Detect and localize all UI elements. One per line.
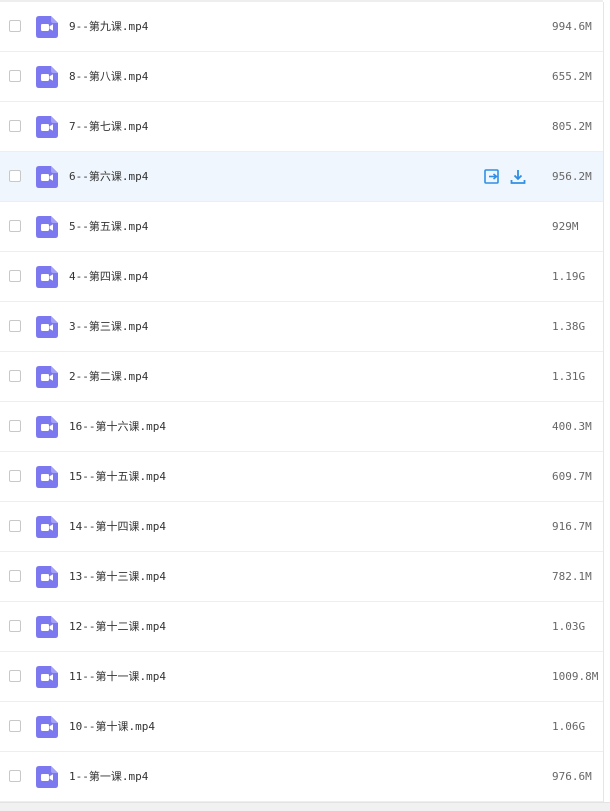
file-name[interactable]: 5--第五课.mp4 (69, 218, 148, 236)
file-size: 976.6M (552, 770, 592, 783)
file-row[interactable]: 9--第九课.mp4 994.6M (0, 2, 603, 52)
file-name[interactable]: 16--第十六课.mp4 (69, 418, 166, 436)
file-name[interactable]: 7--第七课.mp4 (69, 118, 148, 136)
video-file-icon (36, 466, 58, 488)
video-file-icon (36, 216, 58, 238)
file-name[interactable]: 8--第八课.mp4 (69, 68, 148, 86)
video-file-icon (36, 616, 58, 638)
file-row[interactable]: 14--第十四课.mp4 916.7M (0, 502, 603, 552)
row-checkbox[interactable] (9, 520, 21, 532)
file-name[interactable]: 11--第十一课.mp4 (69, 668, 166, 686)
file-name[interactable]: 3--第三课.mp4 (69, 318, 148, 336)
row-checkbox[interactable] (9, 370, 21, 382)
file-name[interactable]: 1--第一课.mp4 (69, 768, 148, 786)
file-row[interactable]: 12--第十二课.mp4 1.03G (0, 602, 603, 652)
file-row[interactable]: 8--第八课.mp4 655.2M (0, 52, 603, 102)
file-row[interactable]: 10--第十课.mp4 1.06G (0, 702, 603, 752)
share-icon[interactable] (482, 167, 502, 187)
video-file-icon (36, 666, 58, 688)
video-file-icon (36, 266, 58, 288)
file-list: 9--第九课.mp4 994.6M 8--第八课.mp4 655.2M 7--第… (0, 2, 604, 802)
file-row[interactable]: 4--第四课.mp4 1.19G (0, 252, 603, 302)
row-checkbox[interactable] (9, 420, 21, 432)
row-checkbox[interactable] (9, 620, 21, 632)
file-size: 1.31G (552, 370, 586, 383)
file-name[interactable]: 14--第十四课.mp4 (69, 518, 166, 536)
row-checkbox[interactable] (9, 170, 21, 182)
file-name[interactable]: 10--第十课.mp4 (69, 718, 155, 736)
file-size: 805.2M (552, 120, 592, 133)
row-checkbox[interactable] (9, 220, 21, 232)
row-checkbox[interactable] (9, 670, 21, 682)
file-name[interactable]: 9--第九课.mp4 (69, 18, 148, 36)
file-row[interactable]: 2--第二课.mp4 1.31G (0, 352, 603, 402)
file-name[interactable]: 2--第二课.mp4 (69, 368, 148, 386)
file-row[interactable]: 6--第六课.mp4 956.2M (0, 152, 603, 202)
video-file-icon (36, 166, 58, 188)
file-size: 1009.8M (552, 670, 599, 683)
file-size: 782.1M (552, 570, 592, 583)
file-name[interactable]: 4--第四课.mp4 (69, 268, 148, 286)
file-row[interactable]: 16--第十六课.mp4 400.3M (0, 402, 603, 452)
file-name[interactable]: 15--第十五课.mp4 (69, 468, 166, 486)
row-checkbox[interactable] (9, 70, 21, 82)
file-row[interactable]: 11--第十一课.mp4 1009.8M (0, 652, 603, 702)
file-row[interactable]: 13--第十三课.mp4 782.1M (0, 552, 603, 602)
row-checkbox[interactable] (9, 770, 21, 782)
file-size: 609.7M (552, 470, 592, 483)
file-size: 655.2M (552, 70, 592, 83)
video-file-icon (36, 766, 58, 788)
file-size: 956.2M (552, 170, 592, 183)
horizontal-scrollbar[interactable] (0, 802, 610, 811)
file-size: 994.6M (552, 20, 592, 33)
file-name[interactable]: 13--第十三课.mp4 (69, 568, 166, 586)
file-name[interactable]: 12--第十二课.mp4 (69, 618, 166, 636)
file-size: 1.38G (552, 320, 586, 333)
video-file-icon (36, 16, 58, 38)
row-checkbox[interactable] (9, 270, 21, 282)
file-row[interactable]: 7--第七课.mp4 805.2M (0, 102, 603, 152)
row-checkbox[interactable] (9, 320, 21, 332)
row-checkbox[interactable] (9, 570, 21, 582)
video-file-icon (36, 66, 58, 88)
video-file-icon (36, 716, 58, 738)
video-file-icon (36, 516, 58, 538)
file-size: 400.3M (552, 420, 592, 433)
file-size: 916.7M (552, 520, 592, 533)
file-row[interactable]: 15--第十五课.mp4 609.7M (0, 452, 603, 502)
video-file-icon (36, 566, 58, 588)
file-row[interactable]: 3--第三课.mp4 1.38G (0, 302, 603, 352)
row-checkbox[interactable] (9, 470, 21, 482)
row-checkbox[interactable] (9, 20, 21, 32)
video-file-icon (36, 366, 58, 388)
file-size: 1.03G (552, 620, 586, 633)
row-checkbox[interactable] (9, 120, 21, 132)
row-checkbox[interactable] (9, 720, 21, 732)
file-row[interactable]: 5--第五课.mp4 929M (0, 202, 603, 252)
file-name[interactable]: 6--第六课.mp4 (69, 168, 148, 186)
video-file-icon (36, 416, 58, 438)
file-size: 1.19G (552, 270, 586, 283)
file-row[interactable]: 1--第一课.mp4 976.6M (0, 752, 603, 802)
video-file-icon (36, 316, 58, 338)
file-size: 1.06G (552, 720, 586, 733)
video-file-icon (36, 116, 58, 138)
file-size: 929M (552, 220, 579, 233)
download-icon[interactable] (508, 167, 528, 187)
